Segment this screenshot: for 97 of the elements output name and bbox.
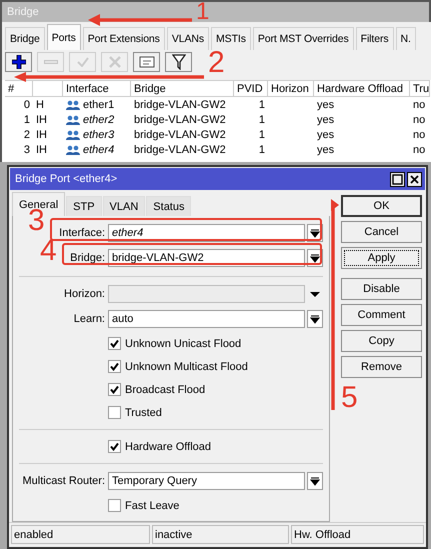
table-cell-text: bridge-VLAN-GW2	[133, 142, 227, 157]
table-cell-text: no	[412, 128, 426, 142]
checkbox-label: Trusted	[125, 406, 162, 418]
dialog-button[interactable]: Copy	[341, 330, 422, 352]
table-cell-text: 3	[22, 142, 31, 157]
tab[interactable]: Ports	[46, 24, 81, 50]
field-label: Horizon:	[63, 288, 106, 300]
status-cell: enabled	[11, 525, 150, 544]
checkbox-label: Unknown Multicast Flood	[125, 360, 248, 372]
field-label: Interface:	[58, 226, 106, 238]
tab[interactable]: N.	[396, 27, 416, 50]
column-header[interactable]: PVID	[234, 80, 268, 97]
table-cell-text: 1	[258, 112, 266, 127]
table-cell-text: 1	[258, 142, 266, 157]
table-cell-text: bridge-VLAN-GW2	[133, 128, 227, 142]
checkbox[interactable]	[108, 440, 121, 453]
dialog-button[interactable]: Cancel	[341, 221, 422, 243]
users-icon	[66, 114, 80, 124]
table-cell-text: bridge-VLAN-GW2	[133, 98, 227, 112]
checkbox-label: Fast Leave	[125, 500, 180, 512]
checkbox[interactable]	[108, 499, 121, 512]
tab[interactable]: Filters	[356, 27, 394, 50]
table-cell: ether1	[83, 98, 114, 110]
dropdown-button[interactable]	[307, 310, 323, 328]
plus-icon	[12, 55, 26, 69]
column-header[interactable]: Hardware Offload	[314, 80, 410, 97]
step-number: 2	[208, 48, 225, 78]
tab[interactable]: Bridge	[5, 27, 45, 50]
status-cell: Hw. Offload	[291, 525, 424, 544]
table-cell-text: 1	[22, 112, 31, 127]
table-cell-text: no	[412, 112, 426, 127]
note-icon	[138, 56, 154, 68]
tab[interactable]: Port MST Overrides	[252, 27, 354, 50]
table-cell-text: yes	[316, 142, 336, 157]
column-header[interactable]: Interface	[63, 80, 131, 97]
column-header[interactable]: Tru	[410, 80, 430, 97]
table-cell-text: IH	[35, 142, 48, 157]
table-cell-text: 1	[258, 128, 266, 142]
table-cell-text: IH	[35, 128, 48, 142]
dialog-title: Bridge Port <ether4>	[15, 173, 118, 185]
dialog-button[interactable]: Apply	[341, 247, 422, 269]
checkbox[interactable]	[108, 360, 121, 373]
table-cell: ether3	[83, 128, 114, 140]
field-label: Multicast Router:	[21, 474, 106, 486]
step-number: 5	[341, 383, 358, 413]
tab[interactable]: Status	[146, 196, 192, 216]
dialog-button[interactable]: Remove	[341, 356, 422, 378]
table-cell-text: yes	[316, 112, 336, 127]
close-icon[interactable]	[407, 172, 422, 186]
dialog-button[interactable]: Comment	[341, 304, 422, 326]
users-icon	[66, 130, 80, 140]
comment-button[interactable]	[133, 52, 160, 72]
table-cell-text: H	[35, 98, 45, 112]
checkbox[interactable]	[108, 406, 121, 419]
table-cell-text: no	[412, 142, 426, 157]
tab[interactable]: STP	[66, 196, 102, 216]
maximize-icon[interactable]	[390, 172, 405, 186]
status-cell: inactive	[152, 525, 289, 544]
cross-icon	[108, 56, 120, 68]
column-header[interactable]: Bridge	[131, 80, 234, 97]
table-cell-text: yes	[316, 98, 336, 112]
minus-icon	[44, 60, 58, 64]
table-cell-text: 2	[22, 128, 31, 142]
step-number: 4	[40, 236, 57, 266]
checkbox-label: Broadcast Flood	[125, 384, 206, 396]
table-cell-text: no	[412, 98, 426, 112]
table-cell-text: bridge-VLAN-GW2	[133, 112, 227, 127]
table-cell-text: 1	[258, 98, 266, 112]
dialog-button[interactable]: Disable	[341, 278, 422, 300]
tab[interactable]: MSTIs	[211, 27, 251, 50]
checkbox[interactable]	[108, 337, 121, 350]
filter-icon	[172, 54, 186, 70]
field-label: Learn:	[72, 312, 106, 324]
tab[interactable]: VLANs	[166, 27, 210, 50]
dialog-button[interactable]: OK	[341, 195, 422, 217]
check-icon	[76, 57, 88, 67]
table-cell-text: yes	[316, 128, 336, 142]
checkbox-label: Hardware Offload	[125, 440, 212, 452]
add-button[interactable]	[5, 52, 32, 72]
window-title: Bridge	[7, 6, 39, 18]
users-icon	[66, 100, 80, 110]
dropdown-field[interactable]: auto	[108, 310, 305, 328]
column-header[interactable]: Horizon	[268, 80, 314, 97]
checkbox[interactable]	[108, 383, 121, 396]
checkbox-label: Unknown Unicast Flood	[125, 338, 242, 350]
filter-button[interactable]	[165, 52, 192, 72]
field-label: Bridge:	[69, 252, 106, 264]
table-cell-text: IH	[35, 112, 48, 127]
tab[interactable]: VLAN	[102, 196, 146, 216]
users-icon	[66, 144, 80, 154]
table-cell-text: 0	[22, 98, 31, 112]
dropdown-button[interactable]	[307, 472, 323, 490]
tab[interactable]: Port Extensions	[82, 27, 165, 50]
table-cell: ether4	[83, 144, 114, 156]
dropdown-field[interactable]: Temporary Query	[108, 472, 305, 490]
step-number: 1	[196, 1, 210, 22]
table-cell: ether2	[83, 114, 114, 126]
